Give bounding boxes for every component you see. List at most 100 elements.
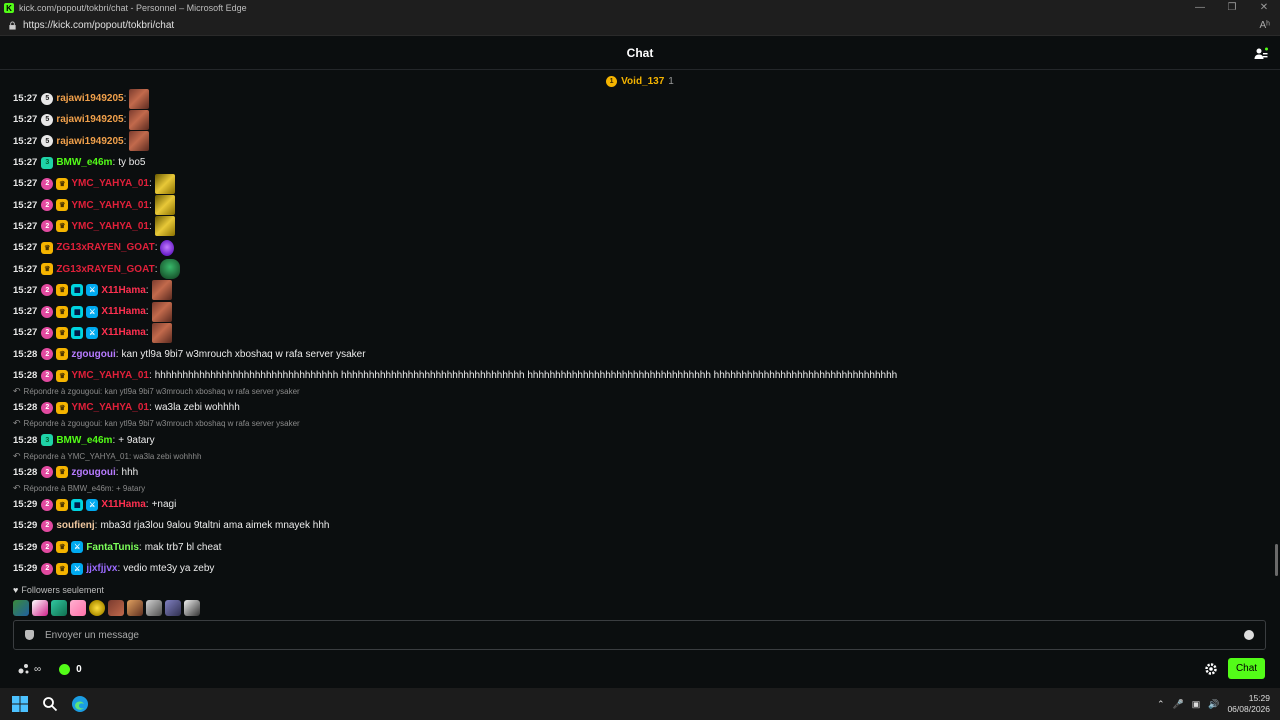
emote-icon[interactable]: [51, 600, 67, 616]
message-username[interactable]: ZG13xRAYEN_GOAT: [56, 242, 154, 253]
edge-browser-icon[interactable]: [70, 694, 90, 714]
taskbar-clock[interactable]: 15:29 06/08/2026: [1227, 693, 1270, 715]
restore-icon[interactable]: ❐: [1216, 0, 1248, 16]
emote-icon[interactable]: [127, 600, 143, 616]
message-username[interactable]: ZG13xRAYEN_GOAT: [56, 264, 154, 275]
users-icon[interactable]: [1254, 47, 1268, 61]
system-tray: ⌃ 🎤 ▣ 🔊 15:29 06/08/2026: [1157, 688, 1270, 720]
top-gifter-name[interactable]: Void_137: [621, 76, 664, 87]
kicks-balance: 0: [76, 663, 82, 675]
message-username[interactable]: X11Hama: [101, 327, 145, 338]
message-username[interactable]: rajawi1949205: [56, 93, 123, 104]
emote-icon[interactable]: [184, 600, 200, 616]
message-username[interactable]: FantaTunis: [86, 542, 139, 553]
message-text: kan ytl9a 9bi7 w3mrouch xboshaq w rafa s…: [121, 348, 366, 360]
lock-icon: [9, 21, 16, 30]
message-username[interactable]: rajawi1949205: [56, 136, 123, 147]
message-username[interactable]: soufienj: [56, 520, 94, 531]
chevron-up-icon[interactable]: ⌃: [1157, 699, 1165, 710]
message-input[interactable]: [45, 629, 1244, 641]
message-username[interactable]: BMW_e46m: [56, 435, 112, 446]
emote-icon[interactable]: [89, 600, 105, 616]
message-time: 15:27: [13, 327, 38, 339]
reply-reference[interactable]: ↶ Répondre à zgougoui: kan ytl9a 9bi7 w3…: [0, 386, 1270, 397]
message-text: hhhhhhhhhhhhhhhhhhhhhhhhhhhhhhhhh hhhhhh…: [154, 370, 898, 381]
message-time: 15:27: [13, 93, 38, 105]
message-username[interactable]: YMC_YAHYA_01: [71, 221, 149, 232]
subscriber-badge-icon: 2: [41, 326, 54, 339]
message-username[interactable]: X11Hama: [101, 285, 145, 296]
send-chat-button[interactable]: Chat: [1228, 658, 1265, 679]
reply-reference[interactable]: ↶ Répondre à zgougoui: kan ytl9a 9bi7 w3…: [0, 418, 1270, 429]
window-titlebar: K kick.com/popout/tokbri/chat - Personne…: [0, 0, 1280, 16]
url-text[interactable]: https://kick.com/popout/tokbri/chat: [23, 20, 174, 31]
address-bar[interactable]: https://kick.com/popout/tokbri/chat Aʰ: [0, 16, 1280, 36]
reply-text: Répondre à zgougoui: kan ytl9a 9bi7 w3mr…: [23, 387, 300, 397]
search-icon[interactable]: [40, 694, 60, 714]
message-time: 15:27: [13, 220, 38, 232]
message-username[interactable]: jjxfjjvx: [86, 563, 117, 574]
message-username[interactable]: zgougoui: [71, 467, 115, 478]
reply-reference[interactable]: ↶ Répondre à BMW_e46m: + 9atary: [0, 483, 1270, 494]
emote-icon[interactable]: [108, 600, 124, 616]
message-username[interactable]: zgougoui: [71, 349, 115, 360]
microphone-icon[interactable]: 🎤: [1173, 699, 1184, 710]
chat-message: 15:27 2 ♛ YMC_YAHYA_01:: [0, 194, 1270, 216]
crown-badge-icon: ♛: [41, 241, 54, 254]
emote-icon[interactable]: [32, 600, 48, 616]
chat-message: 15:27 5 rajawi1949205:: [0, 109, 1270, 130]
kicks-coin-icon[interactable]: [59, 663, 71, 675]
chat-message: 15:27 5 rajawi1949205:: [0, 88, 1270, 109]
gifter-badge-icon: 5: [41, 113, 54, 126]
emote-icon[interactable]: [70, 600, 86, 616]
close-icon[interactable]: ✕: [1248, 0, 1280, 16]
emote-icon[interactable]: [165, 600, 181, 616]
message-username[interactable]: YMC_YAHYA_01: [71, 178, 149, 189]
crown-badge-icon: ♛: [56, 177, 69, 190]
chat-scrollbar[interactable]: [1275, 544, 1278, 576]
message-time: 15:28: [13, 434, 38, 446]
chat-message: 15:27 2 ♛ ▦ ⚔ X11Hama:: [0, 301, 1270, 322]
points-icon: [18, 664, 29, 674]
message-username[interactable]: YMC_YAHYA_01: [71, 370, 149, 381]
message-username[interactable]: YMC_YAHYA_01: [71, 402, 149, 413]
volume-icon[interactable]: 🔊: [1208, 699, 1219, 710]
heart-icon: ♥: [13, 585, 19, 595]
crown-badge-icon: ♛: [56, 199, 69, 212]
channel-points[interactable]: ∞: [18, 663, 41, 675]
chat-bottom-bar: ∞ 0 Chat: [0, 655, 1280, 683]
network-icon[interactable]: ▣: [1192, 699, 1201, 710]
message-username[interactable]: rajawi1949205: [56, 114, 123, 125]
shield-icon: [25, 630, 34, 640]
read-aloud-icon[interactable]: Aʰ: [1259, 20, 1270, 31]
subscriber-badge-icon: 2: [41, 498, 54, 511]
gear-icon[interactable]: [1204, 662, 1218, 676]
windows-start-icon[interactable]: [10, 694, 30, 714]
emoji-picker-icon[interactable]: [1244, 630, 1254, 640]
face-emote-icon: [129, 131, 150, 152]
moderator-badge-icon: ⚔: [86, 284, 99, 297]
message-username[interactable]: BMW_e46m: [56, 157, 112, 168]
face-emote-icon: [151, 280, 172, 301]
message-username[interactable]: X11Hama: [101, 306, 145, 317]
reply-arrow-icon: ↶: [13, 418, 21, 429]
yellow-emote-icon: [154, 195, 175, 216]
chat-message: 15:29 2 ♛ ⚔ jjxfjjvx: vedio mte3y ya zeb…: [13, 562, 215, 575]
reply-text: Répondre à BMW_e46m: + 9atary: [23, 484, 146, 494]
chat-message: 15:27 2 ♛ ▦ ⚔ X11Hama:: [0, 280, 1270, 301]
message-username[interactable]: X11Hama: [101, 499, 145, 510]
emote-icon[interactable]: [146, 600, 162, 616]
reply-arrow-icon: ↶: [13, 483, 21, 494]
minimize-icon[interactable]: —: [1184, 0, 1216, 16]
crown-badge-icon: ♛: [56, 348, 69, 361]
emote-icon[interactable]: [13, 600, 29, 616]
message-text: wa3la zebi wohhhh: [154, 402, 240, 414]
chat-message: 15:27 2 ♛ YMC_YAHYA_01:: [0, 173, 1270, 194]
message-username[interactable]: YMC_YAHYA_01: [71, 200, 149, 211]
crown-badge-icon: ♛: [56, 401, 69, 414]
chat-message: 15:28 2 ♛ zgougoui: kan ytl9a 9bi7 w3mro…: [13, 348, 366, 361]
message-text: + 9atary: [118, 434, 155, 446]
message-input-box[interactable]: [13, 620, 1266, 650]
reply-reference[interactable]: ↶ Répondre à YMC_YAHYA_01: wa3la zebi wo…: [0, 451, 1270, 462]
clock-time: 15:29: [1248, 693, 1270, 703]
